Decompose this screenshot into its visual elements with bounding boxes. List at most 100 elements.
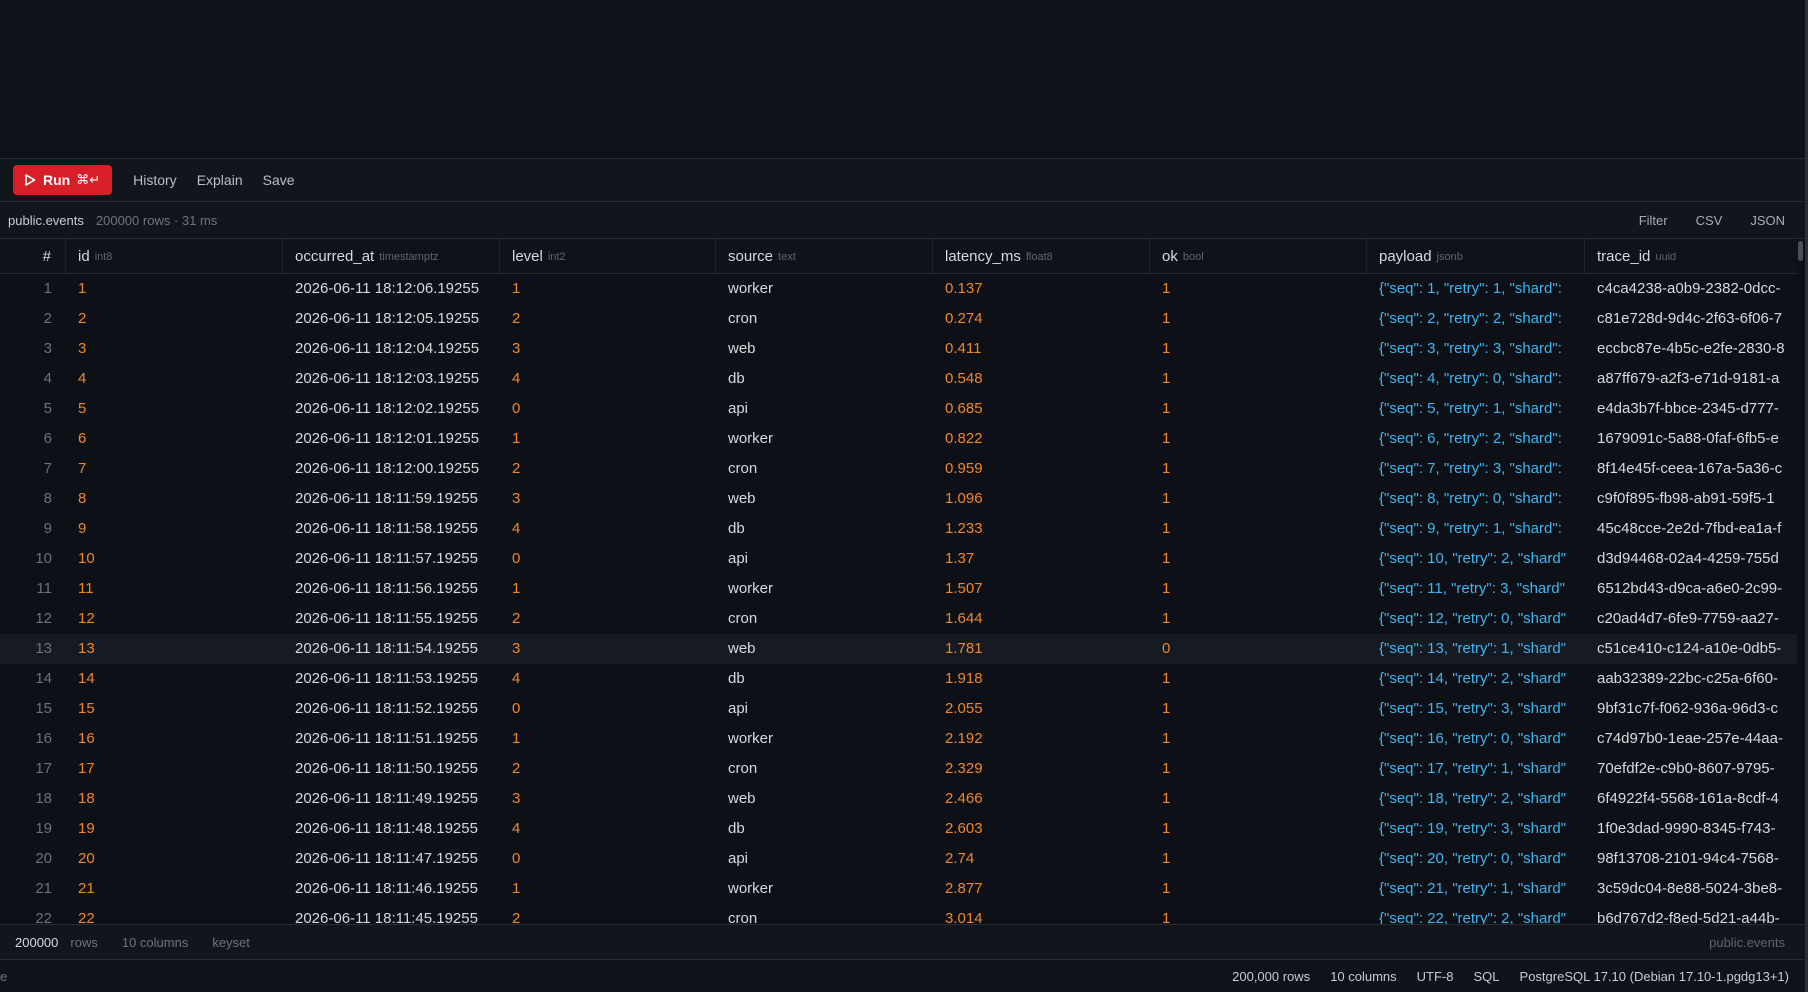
cell-source[interactable]: worker [716, 274, 933, 304]
cell-payload[interactable]: {"seq": 16, "retry": 0, "shard" [1367, 724, 1585, 754]
cell-source[interactable]: cron [716, 304, 933, 334]
cell-level[interactable]: 3 [500, 484, 716, 514]
table-row[interactable]: 14 14 2026-06-11 18:11:53.19255 4 db 1.918 1 {"… [0, 664, 1805, 694]
cell-id[interactable]: 13 [66, 634, 283, 664]
cell-source[interactable]: cron [716, 604, 933, 634]
cell-level[interactable]: 2 [500, 904, 716, 924]
cell-latency-ms[interactable]: 2.055 [933, 694, 1150, 724]
table-row[interactable]: 22 22 2026-06-11 18:11:45.19255 2 cron 3.014 1… [0, 904, 1805, 924]
table-row[interactable]: 5 5 2026-06-11 18:12:02.19255 0 api 0.685 1 {"s… [0, 394, 1805, 424]
cell-payload[interactable]: {"seq": 10, "retry": 2, "shard" [1367, 544, 1585, 574]
cell-id[interactable]: 22 [66, 904, 283, 924]
cell-occurred-at[interactable]: 2026-06-11 18:11:48.19255 [283, 814, 500, 844]
cell-source[interactable]: web [716, 334, 933, 364]
table-row[interactable]: 9 9 2026-06-11 18:11:58.19255 4 db 1.233 1 {"se… [0, 514, 1805, 544]
cell-id[interactable]: 17 [66, 754, 283, 784]
cell-trace-id[interactable]: c81e728d-9d4c-2f63-6f06-7 [1585, 304, 1805, 334]
sql-editor[interactable] [0, 0, 1805, 159]
cell-source[interactable]: worker [716, 724, 933, 754]
column-header-id[interactable]: id int8 [66, 239, 283, 274]
cell-ok[interactable]: 1 [1150, 784, 1367, 814]
table-row[interactable]: 4 4 2026-06-11 18:12:03.19255 4 db 0.548 1 {"se… [0, 364, 1805, 394]
cell-latency-ms[interactable]: 2.466 [933, 784, 1150, 814]
cell-payload[interactable]: {"seq": 21, "retry": 1, "shard" [1367, 874, 1585, 904]
cell-source[interactable]: db [716, 664, 933, 694]
cell-ok[interactable]: 1 [1150, 274, 1367, 304]
cell-latency-ms[interactable]: 1.918 [933, 664, 1150, 694]
cell-source[interactable]: api [716, 394, 933, 424]
cell-payload[interactable]: {"seq": 6, "retry": 2, "shard": [1367, 424, 1585, 454]
cell-occurred-at[interactable]: 2026-06-11 18:11:55.19255 [283, 604, 500, 634]
cell-source[interactable]: web [716, 634, 933, 664]
cell-level[interactable]: 2 [500, 304, 716, 334]
cell-latency-ms[interactable]: 1.233 [933, 514, 1150, 544]
cell-source[interactable]: api [716, 544, 933, 574]
cell-level[interactable]: 1 [500, 574, 716, 604]
cell-level[interactable]: 0 [500, 694, 716, 724]
cell-id[interactable]: 12 [66, 604, 283, 634]
cell-trace-id[interactable]: 1679091c-5a88-0faf-6fb5-e [1585, 424, 1805, 454]
cell-trace-id[interactable]: c9f0f895-fb98-ab91-59f5-1 [1585, 484, 1805, 514]
cell-occurred-at[interactable]: 2026-06-11 18:11:49.19255 [283, 784, 500, 814]
cell-source[interactable]: web [716, 484, 933, 514]
table-row[interactable]: 11 11 2026-06-11 18:11:56.19255 1 worker 1.50… [0, 574, 1805, 604]
cell-ok[interactable]: 1 [1150, 904, 1367, 924]
cell-id[interactable]: 5 [66, 394, 283, 424]
cell-id[interactable]: 8 [66, 484, 283, 514]
table-row[interactable]: 3 3 2026-06-11 18:12:04.19255 3 web 0.411 1 {"s… [0, 334, 1805, 364]
cell-level[interactable]: 0 [500, 844, 716, 874]
cell-occurred-at[interactable]: 2026-06-11 18:12:03.19255 [283, 364, 500, 394]
cell-id[interactable]: 16 [66, 724, 283, 754]
cell-occurred-at[interactable]: 2026-06-11 18:12:06.19255 [283, 274, 500, 304]
cell-level[interactable]: 2 [500, 454, 716, 484]
cell-occurred-at[interactable]: 2026-06-11 18:11:56.19255 [283, 574, 500, 604]
cell-occurred-at[interactable]: 2026-06-11 18:12:05.19255 [283, 304, 500, 334]
cell-source[interactable]: cron [716, 454, 933, 484]
cell-trace-id[interactable]: 45c48cce-2e2d-7fbd-ea1a-f [1585, 514, 1805, 544]
history-button[interactable]: History [133, 172, 177, 188]
column-header-row-number[interactable]: # [0, 239, 66, 274]
cell-payload[interactable]: {"seq": 13, "retry": 1, "shard" [1367, 634, 1585, 664]
cell-level[interactable]: 2 [500, 754, 716, 784]
cell-trace-id[interactable]: c74d97b0-1eae-257e-44aa- [1585, 724, 1805, 754]
scrollbar-thumb[interactable] [1798, 241, 1803, 261]
cell-payload[interactable]: {"seq": 12, "retry": 0, "shard" [1367, 604, 1585, 634]
cell-payload[interactable]: {"seq": 15, "retry": 3, "shard" [1367, 694, 1585, 724]
cell-payload[interactable]: {"seq": 8, "retry": 0, "shard": [1367, 484, 1585, 514]
cell-source[interactable]: web [716, 784, 933, 814]
cell-occurred-at[interactable]: 2026-06-11 18:12:01.19255 [283, 424, 500, 454]
cell-ok[interactable]: 1 [1150, 304, 1367, 334]
cell-ok[interactable]: 1 [1150, 664, 1367, 694]
cell-source[interactable]: db [716, 364, 933, 394]
cell-ok[interactable]: 1 [1150, 454, 1367, 484]
cell-level[interactable]: 3 [500, 334, 716, 364]
cell-occurred-at[interactable]: 2026-06-11 18:11:46.19255 [283, 874, 500, 904]
cell-occurred-at[interactable]: 2026-06-11 18:11:47.19255 [283, 844, 500, 874]
table-row[interactable]: 15 15 2026-06-11 18:11:52.19255 0 api 2.055 1{… [0, 694, 1805, 724]
column-header-occurred-at[interactable]: occurred_at timestamptz [283, 239, 500, 274]
cell-occurred-at[interactable]: 2026-06-11 18:12:00.19255 [283, 454, 500, 484]
cell-payload[interactable]: {"seq": 20, "retry": 0, "shard" [1367, 844, 1585, 874]
cell-latency-ms[interactable]: 1.096 [933, 484, 1150, 514]
cell-latency-ms[interactable]: 0.959 [933, 454, 1150, 484]
cell-ok[interactable]: 1 [1150, 364, 1367, 394]
cell-ok[interactable]: 1 [1150, 334, 1367, 364]
cell-latency-ms[interactable]: 1.507 [933, 574, 1150, 604]
cell-occurred-at[interactable]: 2026-06-11 18:11:54.19255 [283, 634, 500, 664]
cell-level[interactable]: 1 [500, 424, 716, 454]
cell-ok[interactable]: 1 [1150, 844, 1367, 874]
cell-trace-id[interactable]: 1f0e3dad-9990-8345-f743- [1585, 814, 1805, 844]
cell-level[interactable]: 1 [500, 874, 716, 904]
cell-id[interactable]: 14 [66, 664, 283, 694]
cell-occurred-at[interactable]: 2026-06-11 18:11:59.19255 [283, 484, 500, 514]
cell-level[interactable]: 4 [500, 514, 716, 544]
cell-trace-id[interactable]: eccbc87e-4b5c-e2fe-2830-8 [1585, 334, 1805, 364]
cell-ok[interactable]: 1 [1150, 874, 1367, 904]
cell-id[interactable]: 7 [66, 454, 283, 484]
cell-ok[interactable]: 1 [1150, 754, 1367, 784]
cell-id[interactable]: 11 [66, 574, 283, 604]
cell-latency-ms[interactable]: 1.781 [933, 634, 1150, 664]
export-json-button[interactable]: JSON [1750, 213, 1785, 228]
cell-level[interactable]: 4 [500, 364, 716, 394]
table-row[interactable]: 18 18 2026-06-11 18:11:49.19255 3 web 2.466 1{… [0, 784, 1805, 814]
